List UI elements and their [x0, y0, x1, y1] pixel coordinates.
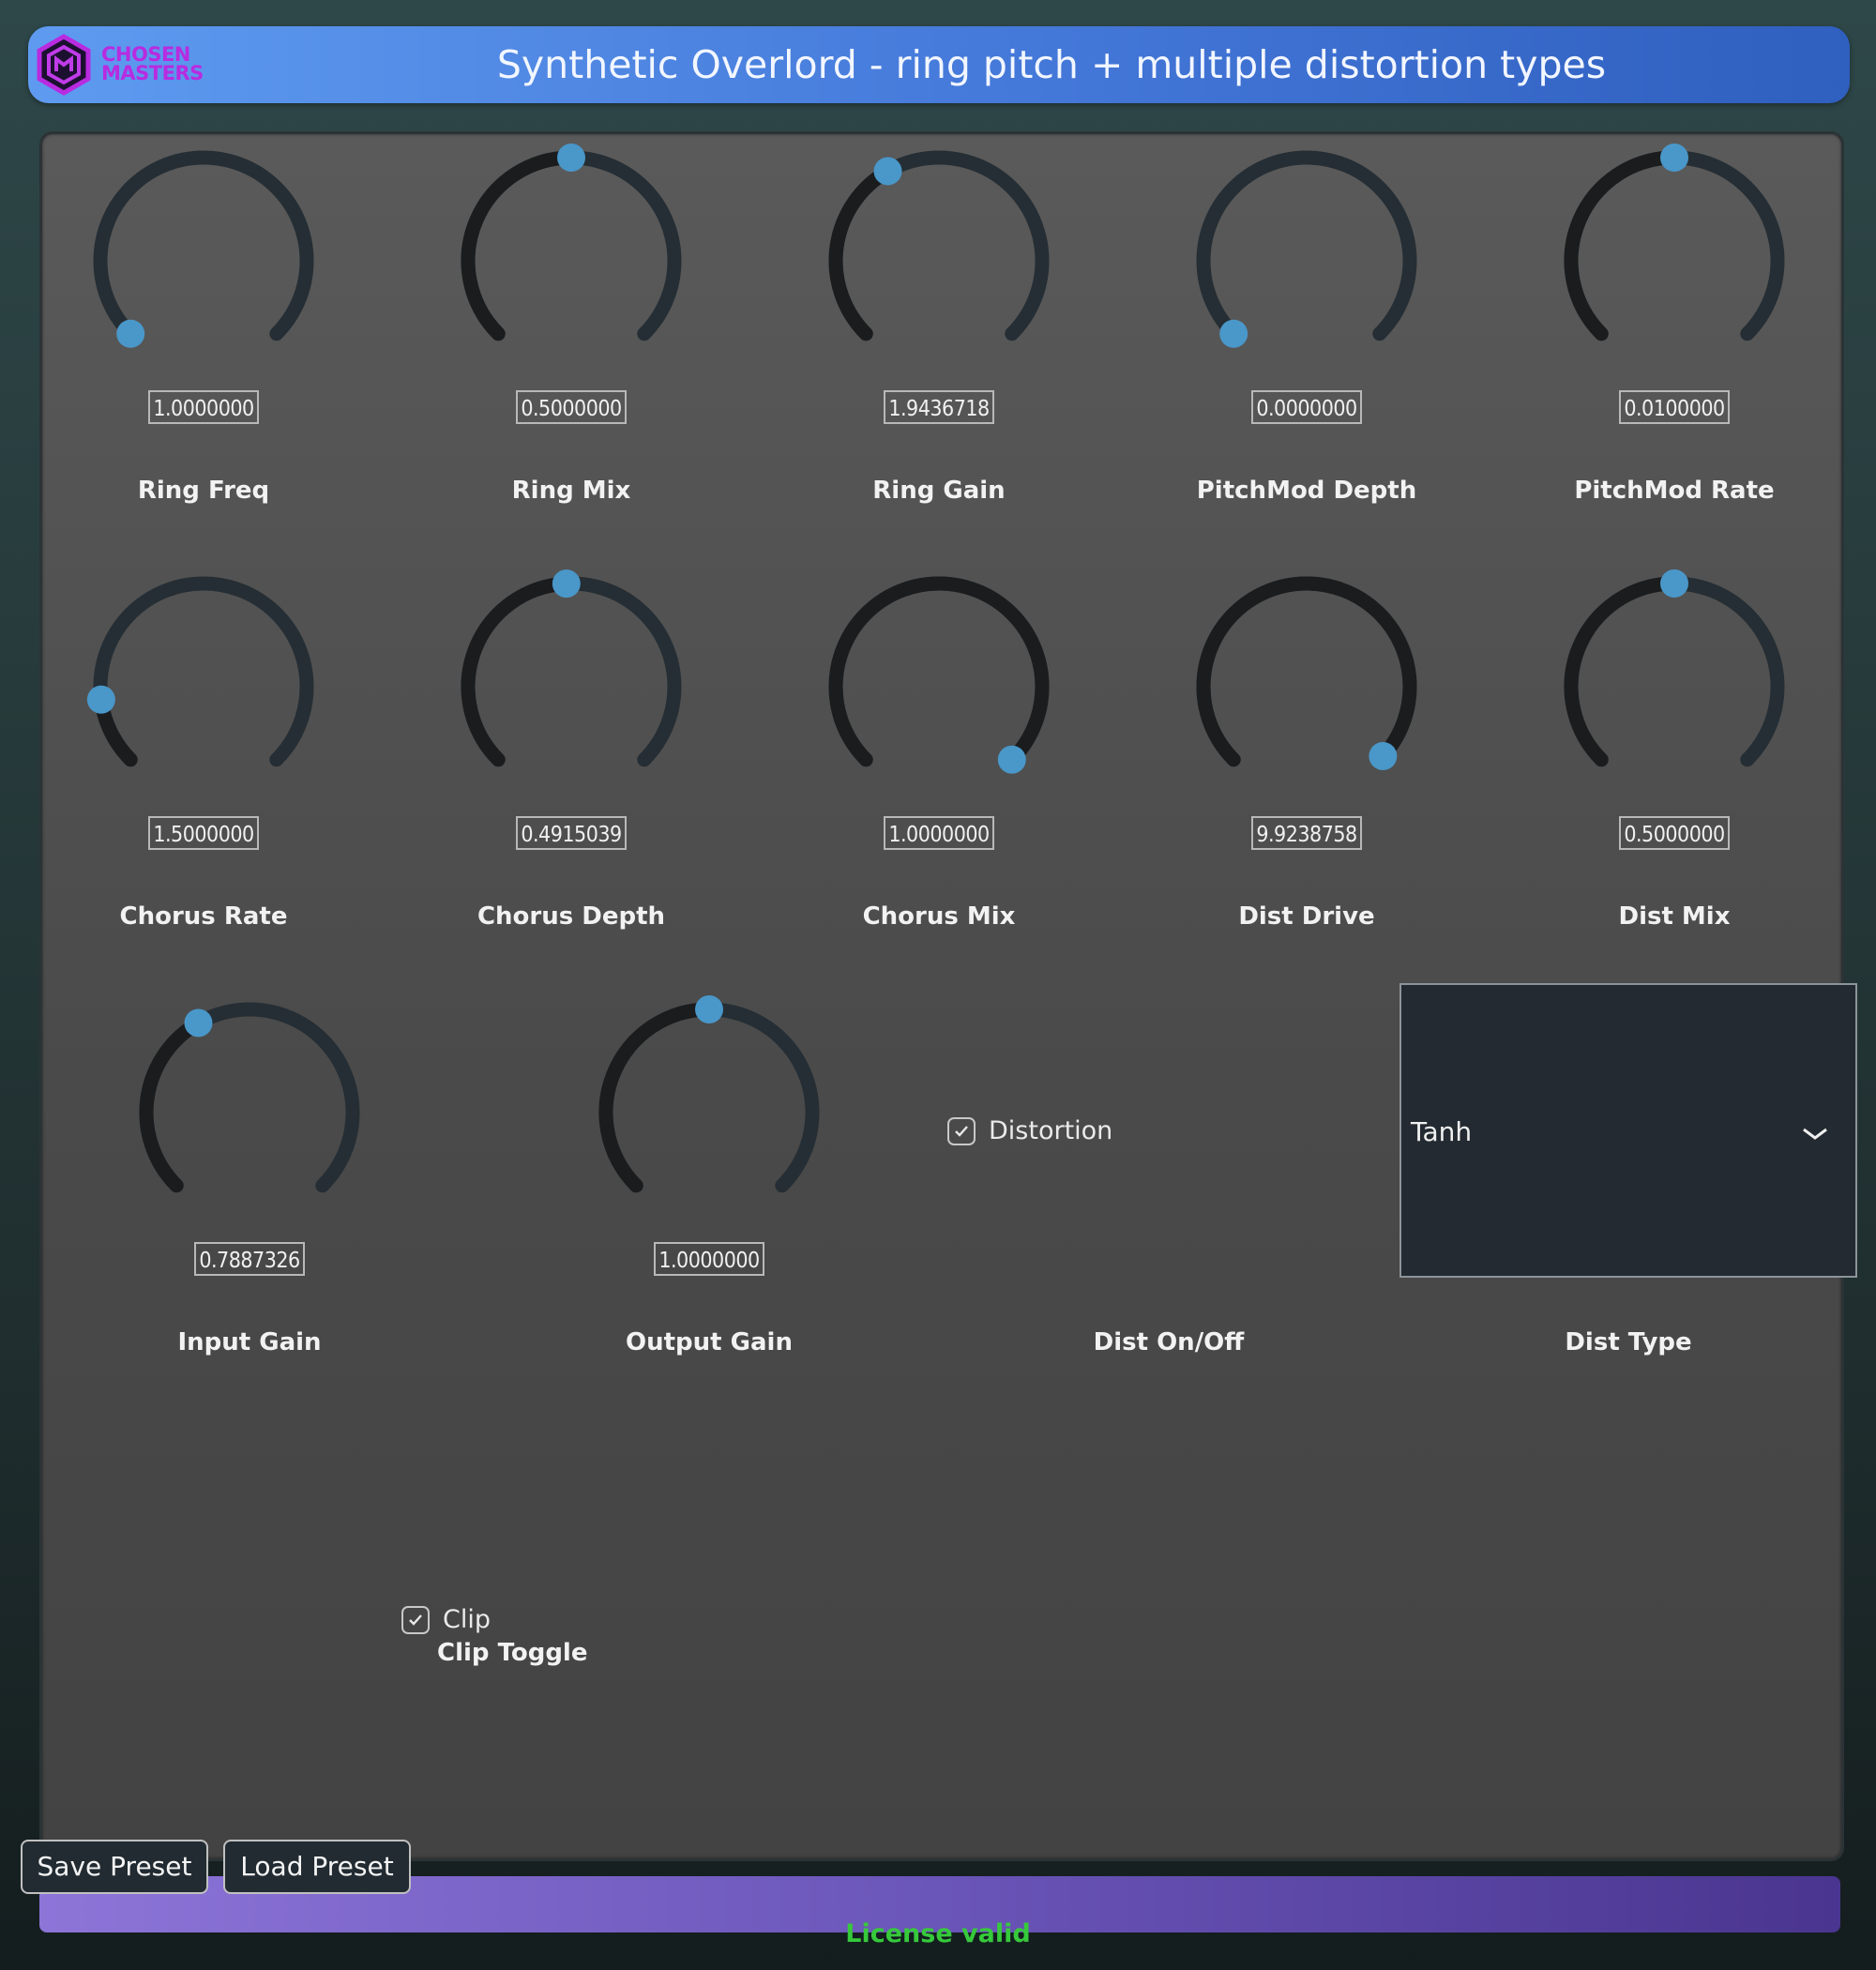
input-gain-knob-fill — [139, 1015, 205, 1193]
distortion-checkbox-label: Distortion — [989, 1116, 1113, 1145]
chorus-depth-knob-dial[interactable] — [449, 565, 693, 809]
output-gain-knob-fill — [598, 1002, 717, 1193]
input-gain-knob-dial[interactable] — [128, 991, 371, 1235]
chevron-down-icon — [1803, 1128, 1827, 1140]
input-gain-knob-handle[interactable] — [184, 1008, 213, 1038]
chorus-mix-knob-fill — [828, 576, 1050, 767]
dist-drive-knob-handle[interactable] — [1369, 742, 1398, 771]
input-gain-knob[interactable] — [128, 991, 371, 1235]
ring-mix-knob-handle[interactable] — [557, 144, 585, 172]
clip-toggle-label: Clip Toggle — [437, 1639, 588, 1667]
clip-checkbox-label: Clip — [443, 1605, 491, 1634]
clip-checkbox-box[interactable] — [401, 1605, 430, 1634]
chorus-mix-value-field[interactable]: 1.0000000 — [884, 816, 994, 850]
chorus-depth-knob-handle[interactable] — [552, 569, 581, 599]
chorus-mix-knob-handle[interactable] — [997, 745, 1026, 774]
ring-gain-label: Ring Gain — [872, 477, 1006, 505]
clip-checkbox[interactable]: Clip — [401, 1605, 491, 1634]
ring-gain-knob[interactable] — [817, 139, 1061, 383]
header-bar: CHOSEN MASTERS Synthetic Overlord - ring… — [28, 26, 1850, 103]
logo-hexagon-icon — [37, 34, 91, 96]
ring-freq-knob-track — [93, 150, 314, 341]
chorus-rate-knob-track — [93, 576, 314, 767]
chorus-depth-value-field[interactable]: 0.4915039 — [516, 816, 627, 850]
pitchmod-depth-knob[interactable] — [1185, 139, 1429, 383]
distortion-checkbox-box[interactable] — [947, 1116, 976, 1145]
ring-freq-knob-dial[interactable] — [82, 139, 325, 383]
plugin-title: Synthetic Overlord - ring pitch + multip… — [496, 42, 1607, 87]
output-gain-label: Output Gain — [626, 1328, 793, 1356]
output-gain-knob[interactable] — [587, 991, 831, 1235]
chorus-rate-knob-handle[interactable] — [86, 685, 115, 714]
pitchmod-rate-knob-handle[interactable] — [1660, 144, 1688, 172]
chorus-rate-value-field[interactable]: 1.5000000 — [148, 816, 259, 850]
ring-mix-knob-fill — [461, 150, 579, 341]
save-preset-button[interactable]: Save Preset — [21, 1840, 208, 1894]
output-gain-knob-dial[interactable] — [587, 991, 831, 1235]
chorus-rate-label: Chorus Rate — [119, 902, 288, 931]
ring-gain-knob-handle[interactable] — [873, 157, 902, 186]
dist-type-selected-value: Tanh — [1411, 1116, 1473, 1147]
ring-freq-label: Ring Freq — [137, 477, 270, 505]
dist-mix-knob-dial[interactable] — [1552, 565, 1796, 809]
chorus-depth-knob[interactable] — [449, 565, 693, 809]
dist-drive-knob[interactable] — [1185, 565, 1429, 809]
logo-text: CHOSEN MASTERS — [101, 45, 204, 83]
ring-freq-value-field[interactable]: 1.0000000 — [148, 390, 259, 424]
pitchmod-depth-value-field[interactable]: 0.0000000 — [1251, 390, 1362, 424]
dist-drive-label: Dist Drive — [1238, 902, 1375, 931]
ring-gain-value-field[interactable]: 1.9436718 — [884, 390, 994, 424]
output-gain-knob-handle[interactable] — [695, 995, 723, 1023]
dist-drive-value-field[interactable]: 9.9238758 — [1251, 816, 1362, 850]
ring-freq-knob[interactable] — [82, 139, 325, 383]
load-preset-button[interactable]: Load Preset — [223, 1840, 411, 1894]
input-gain-label: Input Gain — [177, 1328, 322, 1356]
chorus-mix-knob[interactable] — [817, 565, 1061, 809]
input-gain-value-field[interactable]: 0.7887326 — [194, 1242, 305, 1276]
logo-line-1: CHOSEN — [101, 43, 190, 66]
pitchmod-rate-value-field[interactable]: 0.0100000 — [1619, 390, 1730, 424]
ring-mix-knob[interactable] — [449, 139, 693, 383]
checkmark-icon — [409, 1614, 422, 1626]
pitchmod-rate-knob[interactable] — [1552, 139, 1796, 383]
pitchmod-depth-knob-handle[interactable] — [1219, 319, 1248, 348]
ring-mix-knob-dial[interactable] — [449, 139, 693, 383]
chorus-rate-knob[interactable] — [82, 565, 325, 809]
pitchmod-rate-label: PitchMod Rate — [1574, 477, 1775, 505]
chosen-masters-logo: CHOSEN MASTERS — [36, 34, 223, 96]
pitchmod-depth-knob-dial[interactable] — [1185, 139, 1429, 383]
dist-type-label: Dist Type — [1565, 1328, 1692, 1356]
dist-mix-knob-fill — [1564, 576, 1682, 767]
pitchmod-depth-label: PitchMod Depth — [1196, 477, 1417, 505]
pitchmod-depth-knob-track — [1196, 150, 1417, 341]
dist-drive-knob-fill — [1196, 576, 1417, 767]
dist-mix-knob[interactable] — [1552, 565, 1796, 809]
dist-mix-value-field[interactable]: 0.5000000 — [1619, 816, 1730, 850]
dist-type-dropdown[interactable]: Tanh — [1399, 983, 1857, 1278]
ring-mix-label: Ring Mix — [511, 477, 631, 505]
chorus-rate-knob-dial[interactable] — [82, 565, 325, 809]
chorus-mix-knob-dial[interactable] — [817, 565, 1061, 809]
output-gain-value-field[interactable]: 1.0000000 — [654, 1242, 764, 1276]
license-status: License valid — [845, 1919, 1031, 1948]
dist-onoff-label: Dist On/Off — [1093, 1328, 1245, 1356]
dist-mix-knob-handle[interactable] — [1660, 569, 1688, 598]
chorus-depth-knob-fill — [461, 576, 574, 767]
chorus-mix-label: Chorus Mix — [862, 902, 1016, 931]
logo-line-2: MASTERS — [101, 62, 204, 84]
ring-gain-knob-dial[interactable] — [817, 139, 1061, 383]
ring-gain-knob-fill — [828, 163, 895, 341]
dist-mix-label: Dist Mix — [1618, 902, 1731, 931]
ring-mix-value-field[interactable]: 0.5000000 — [516, 390, 627, 424]
distortion-checkbox[interactable]: Distortion — [947, 1116, 1112, 1145]
dist-drive-knob-dial[interactable] — [1185, 565, 1429, 809]
pitchmod-rate-knob-dial[interactable] — [1552, 139, 1796, 383]
pitchmod-rate-knob-fill — [1564, 150, 1682, 341]
checkmark-icon — [955, 1125, 968, 1137]
ring-freq-knob-handle[interactable] — [116, 319, 145, 348]
chorus-depth-label: Chorus Depth — [477, 902, 666, 931]
